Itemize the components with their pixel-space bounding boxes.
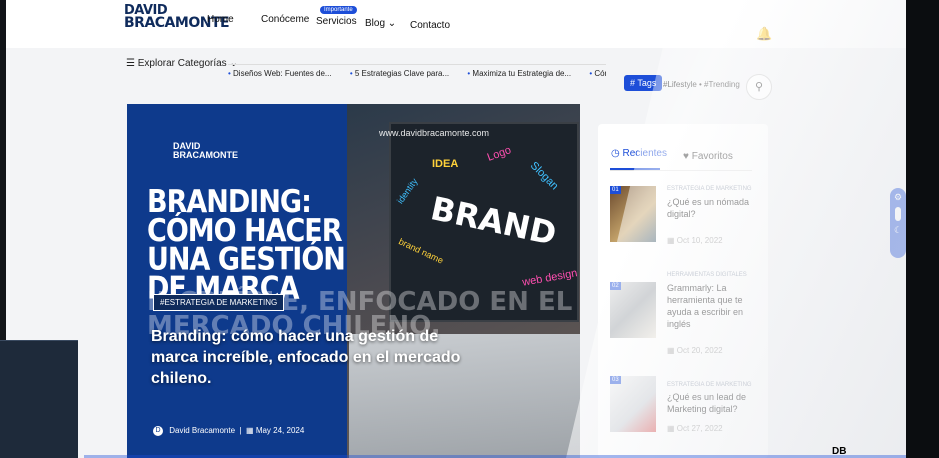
nav-contacto[interactable]: Contacto [410, 20, 450, 31]
calendar-icon: ▦ [667, 236, 675, 245]
chevron-down-icon: ⌄ [387, 18, 397, 29]
ticker-item[interactable]: Maximiza tu Estrategia de... [467, 69, 571, 78]
search-icon: ⚲ [754, 81, 764, 93]
calendar-icon: ▦ [246, 426, 254, 436]
post-number: 03 [610, 376, 621, 384]
post-title[interactable]: ¿Qué es un lead de Marketing digital? [667, 391, 757, 415]
tab-favoritos[interactable]: ♥ Favoritos [683, 151, 733, 162]
list-item[interactable]: 01 ESTRATEGIA DE MARKETING ¿Qué es un nó… [610, 186, 760, 256]
hero-caption[interactable]: Branding: cómo hacer una gestión de marc… [151, 326, 481, 389]
search-button[interactable]: ⚲ [746, 74, 772, 100]
corner-logo-icon: DB [832, 446, 847, 457]
post-title[interactable]: ¿Qué es un nómada digital? [667, 196, 757, 220]
nav-home[interactable]: Home [207, 14, 234, 25]
clock-icon: ◷ [611, 148, 620, 159]
post-number: 01 [610, 186, 621, 194]
moon-icon[interactable]: ☾ [890, 225, 906, 236]
ticker-item[interactable]: 5 Estrategias Clave para... [350, 69, 449, 78]
post-number: 02 [610, 282, 621, 290]
nav-blog-label: Blog [365, 18, 386, 29]
tab-recientes[interactable]: ◷ Recientes [611, 148, 667, 159]
bell-icon[interactable]: 🔔 [756, 26, 772, 42]
post-date-text: Oct 27, 2022 [676, 424, 723, 433]
gear-icon[interactable]: ⚙ [890, 192, 906, 203]
tags-button[interactable]: # Tags [624, 75, 663, 91]
tab-recientes-label: Recientes [622, 148, 667, 159]
author-avatar: D [153, 426, 163, 436]
post-category[interactable]: HERRAMIENTAS DIGITALES [667, 272, 747, 278]
nav-conoceme[interactable]: Conóceme [261, 14, 309, 25]
post-date-text: Oct 20, 2022 [676, 346, 723, 355]
divider [610, 170, 752, 171]
news-ticker: Diseños Web: Fuentes de... 5 Estrategias… [228, 64, 606, 84]
photo-word-idea: IDEA [432, 158, 459, 170]
ticker-item[interactable]: Diseños Web: Fuentes de... [228, 69, 332, 78]
calendar-icon: ▦ [667, 424, 675, 433]
list-item[interactable]: 02 HERRAMIENTAS DIGITALES Grammarly: La … [610, 272, 760, 362]
tag-links[interactable]: #Lifestyle • #Trending [663, 80, 743, 89]
laptop-bezel [906, 0, 939, 458]
photo-url: www.davidbracamonte.com [379, 128, 490, 138]
nav-servicios[interactable]: Servicios [316, 16, 357, 27]
post-category[interactable]: ESTRATEGIA DE MARKETING [667, 186, 752, 192]
dark-inset-panel [0, 340, 78, 458]
category-badge[interactable]: #ESTRATEGIA DE MARKETING [153, 294, 285, 311]
post-date: ▦ Oct 20, 2022 [667, 346, 723, 355]
author-name[interactable]: David Bracamonte [169, 426, 235, 435]
hero-meta: D David Bracamonte | ▦ May 24, 2024 [153, 426, 304, 436]
calendar-icon: ▦ [667, 346, 675, 355]
important-badge: Importante [320, 6, 357, 14]
hero-logo-line-2: BRACAMONTE [173, 150, 238, 160]
heart-icon: ♥ [683, 151, 689, 162]
explore-label: Explorar Categorías [137, 58, 227, 69]
post-thumbnail[interactable] [610, 376, 656, 432]
explore-categories-button[interactable]: ☰ Explorar Categorías ⌄ [126, 58, 238, 69]
post-date: ▦ Oct 10, 2022 [667, 236, 723, 245]
post-date: ▦ Oct 27, 2022 [667, 424, 723, 433]
hero-logo: DAVID BRACAMONTE [173, 142, 238, 160]
laptop-screen: DAVID BRACAMONTE Home Conóceme Important… [6, 0, 906, 458]
list-item[interactable]: 03 ESTRATEGIA DE MARKETING ¿Qué es un le… [610, 376, 760, 446]
post-date-text: Oct 10, 2022 [676, 236, 723, 245]
theme-toggle[interactable] [895, 207, 901, 221]
post-title[interactable]: Grammarly: La herramienta que te ayuda a… [667, 282, 757, 330]
menu-icon: ☰ [126, 58, 135, 69]
post-date: May 24, 2024 [255, 426, 305, 436]
ticker-item[interactable]: Cómo Crear una Pág [589, 69, 606, 78]
post-thumbnail[interactable] [610, 282, 656, 338]
hero-title: BRANDING: CÓMO HACER UNA GESTIÓN DE MARC… [147, 184, 346, 307]
nav-blog[interactable]: Blog ⌄ [365, 18, 396, 29]
floating-settings-widget: ⚙ ☾ [890, 188, 906, 258]
post-category[interactable]: ESTRATEGIA DE MARKETING [667, 382, 752, 388]
hero-card[interactable]: www.davidbracamonte.com IDEA Logo Slogan… [127, 104, 580, 458]
tab-favoritos-label: Favoritos [691, 151, 733, 162]
post-thumbnail[interactable] [610, 186, 656, 242]
